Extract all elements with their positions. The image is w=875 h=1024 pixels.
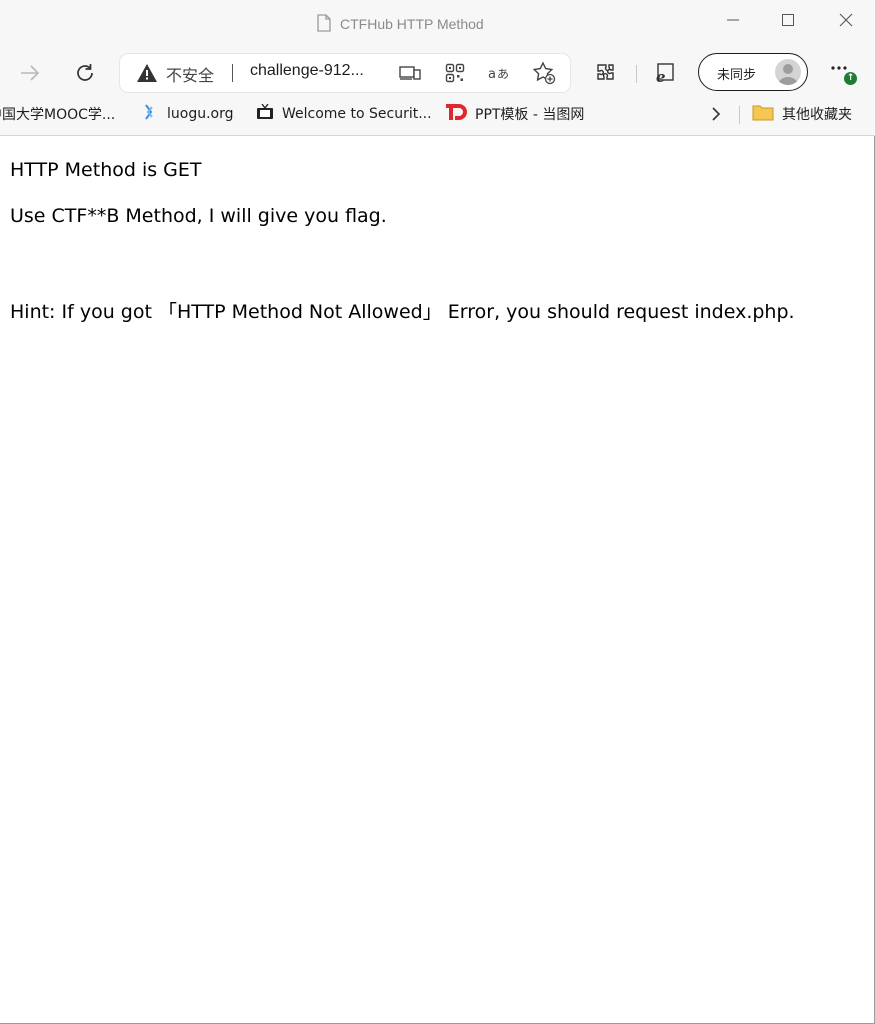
settings-more-button[interactable]: ↑ [826, 58, 860, 88]
warning-icon[interactable] [136, 63, 158, 87]
update-arrow-icon: ↑ [844, 72, 857, 85]
sync-status-label: 未同步 [717, 68, 757, 83]
browser-toolbar: 不安全 challenge-912... aあ e 未同步 ↑ [0, 48, 875, 98]
forward-arrow-icon [21, 65, 40, 81]
favorites-divider [739, 106, 740, 124]
insecure-label[interactable]: 不安全 [166, 62, 214, 86]
svg-text:a: a [488, 67, 496, 82]
hint-text: Hint: If you got 「HTTP Method Not Allowe… [10, 301, 795, 323]
favorite-item-mooc[interactable]: 中国大学MOOC学... [0, 104, 115, 124]
translate-icon[interactable]: aあ [487, 61, 511, 85]
other-favorites-label: 其他收藏夹 [782, 107, 852, 123]
extensions-button[interactable] [588, 56, 622, 90]
td-logo-icon [445, 102, 467, 126]
address-separator [232, 64, 233, 82]
refresh-icon [77, 64, 93, 81]
favorite-label: luogu.org [167, 106, 234, 122]
maximize-button[interactable] [768, 6, 808, 34]
title-bar: CTFHub HTTP Method [0, 0, 875, 48]
svg-text:e: e [656, 68, 666, 85]
favorites-overflow-button[interactable] [710, 104, 722, 124]
method-status-text: HTTP Method is GET [10, 159, 202, 181]
instruction-text: Use CTF**B Method, I will give you flag. [10, 205, 387, 227]
qr-code-icon[interactable] [443, 61, 467, 85]
favorite-label: Welcome to Securit... [282, 106, 432, 122]
app-available-icon[interactable] [398, 61, 422, 85]
favorite-label: 中国大学MOOC学... [0, 107, 116, 123]
toolbar-divider [636, 65, 637, 83]
favorite-item-ppt[interactable]: PPT模板 - 当图网 [445, 104, 584, 124]
favorite-label: PPT模板 - 当图网 [475, 107, 585, 123]
other-favorites-folder[interactable]: 其他收藏夹 [752, 104, 852, 124]
chevron-right-icon [712, 107, 721, 121]
url-text[interactable]: challenge-912... [250, 62, 364, 80]
close-button[interactable] [826, 6, 866, 34]
avatar [775, 59, 801, 85]
folder-icon [752, 103, 774, 125]
address-bar[interactable]: 不安全 challenge-912... aあ [120, 54, 570, 92]
favorite-item-luogu[interactable]: luogu.org [141, 104, 234, 124]
minimize-button[interactable] [713, 6, 753, 34]
window-title: CTFHub HTTP Method [316, 12, 484, 36]
ie-mode-icon: e [656, 63, 674, 85]
puzzle-icon [597, 64, 614, 80]
favorites-bar: 中国大学MOOC学... luogu.org Welcome to Securi… [0, 98, 875, 136]
browser-window: CTFHub HTTP Method 不安全 challenge-912... [0, 0, 875, 1024]
refresh-button[interactable] [68, 56, 102, 90]
window-title-text: CTFHub HTTP Method [340, 16, 484, 32]
tv-icon [256, 103, 274, 124]
more-dots-icon [831, 66, 847, 70]
profile-sync-button[interactable]: 未同步 [698, 53, 808, 91]
add-favorite-star-icon[interactable] [532, 61, 556, 85]
favorite-item-security[interactable]: Welcome to Securit... [256, 103, 432, 124]
luogu-icon [141, 103, 159, 125]
forward-button[interactable] [13, 56, 47, 90]
ie-mode-button[interactable]: e [648, 56, 682, 90]
svg-text:あ: あ [497, 67, 509, 81]
page-content: HTTP Method is GET Use CTF**B Method, I … [0, 137, 874, 1023]
page-document-icon [316, 13, 332, 35]
